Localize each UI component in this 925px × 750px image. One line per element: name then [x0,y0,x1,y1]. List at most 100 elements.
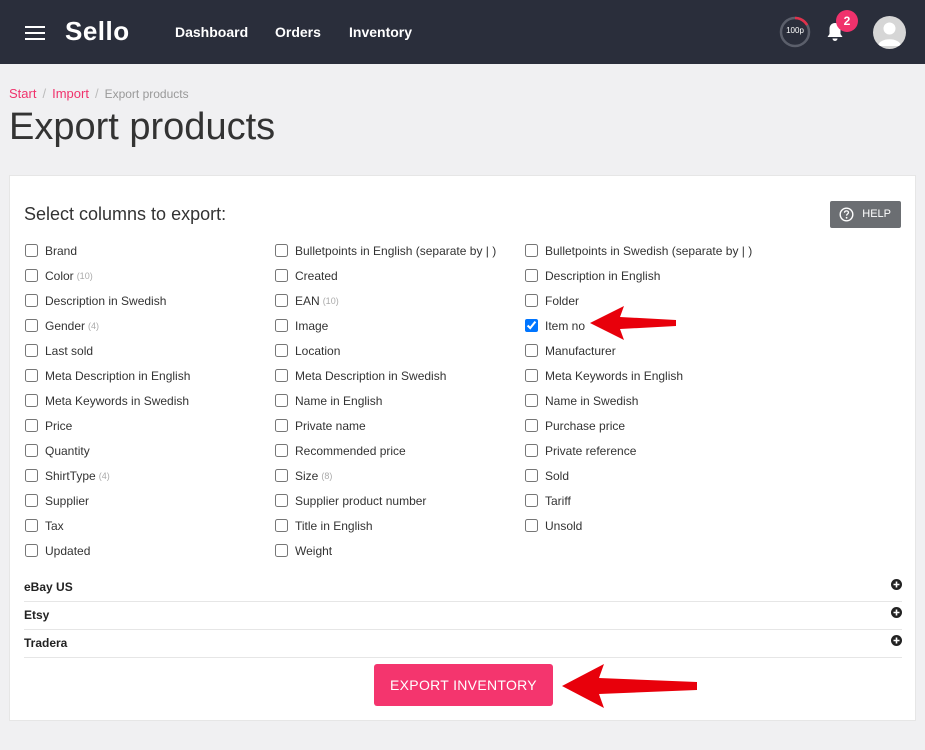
app-logo[interactable]: Sello [65,16,130,47]
channel-tradera[interactable]: Tradera [24,630,902,658]
column-option[interactable]: Name in Swedish [525,388,775,413]
column-checkbox[interactable] [525,294,538,307]
column-checkbox[interactable] [25,369,38,382]
help-button[interactable]: HELP [830,201,901,228]
column-option[interactable]: Unsold [525,513,775,538]
column-checkbox[interactable] [25,519,38,532]
column-checkbox[interactable] [25,269,38,282]
column-option[interactable]: Gender (4) [25,313,275,338]
column-label: Sold [545,468,570,483]
column-label: Title in English [295,518,373,533]
column-checkbox[interactable] [275,394,288,407]
column-option[interactable]: Brand [25,238,275,263]
column-option[interactable]: EAN (10) [275,288,525,313]
column-checkbox[interactable] [275,369,288,382]
channel-label: Etsy [24,608,50,622]
column-checkbox[interactable] [525,444,538,457]
column-checkbox[interactable] [525,244,538,257]
column-option[interactable]: Title in English [275,513,525,538]
column-option[interactable]: Bulletpoints in English (separate by | ) [275,238,525,263]
column-checkbox[interactable] [525,419,538,432]
column-option[interactable]: Quantity [25,438,275,463]
channel-etsy[interactable]: Etsy [24,602,902,630]
nav-dashboard[interactable]: Dashboard [175,24,248,40]
column-checkbox[interactable] [275,344,288,357]
column-checkbox[interactable] [25,319,38,332]
notification-badge[interactable]: 2 [836,10,858,32]
quota-gauge[interactable]: 100p [779,16,811,48]
column-checkbox[interactable] [525,494,538,507]
column-option[interactable]: Weight [275,538,525,563]
plus-circle-icon[interactable] [891,607,902,618]
column-option[interactable]: Size (8) [275,463,525,488]
column-checkbox[interactable] [525,269,538,282]
column-option[interactable]: Supplier [25,488,275,513]
breadcrumb-start[interactable]: Start [9,86,36,101]
column-option[interactable]: Created [275,263,525,288]
column-checkbox[interactable] [275,444,288,457]
column-option[interactable]: Name in English [275,388,525,413]
column-checkbox[interactable] [525,369,538,382]
column-option[interactable]: Updated [25,538,275,563]
column-option[interactable]: Description in Swedish [25,288,275,313]
column-option[interactable]: Price [25,413,275,438]
column-option[interactable]: Private name [275,413,525,438]
column-checkbox[interactable] [25,244,38,257]
column-checkbox[interactable] [525,519,538,532]
column-checkbox[interactable] [25,544,38,557]
avatar[interactable] [873,16,906,49]
column-option[interactable]: Supplier product number [275,488,525,513]
column-option[interactable]: Tax [25,513,275,538]
column-checkbox[interactable] [275,494,288,507]
column-option[interactable]: Meta Description in Swedish [275,363,525,388]
column-label: Manufacturer [545,343,616,358]
column-checkbox[interactable] [525,344,538,357]
column-checkbox[interactable] [25,469,38,482]
menu-icon[interactable] [25,26,45,40]
plus-circle-icon[interactable] [891,579,902,590]
column-checkbox[interactable] [525,319,538,332]
column-checkbox[interactable] [25,419,38,432]
plus-circle-icon[interactable] [891,635,902,646]
column-option[interactable]: Sold [525,463,775,488]
column-option[interactable]: Meta Keywords in English [525,363,775,388]
column-checkbox[interactable] [275,319,288,332]
column-option[interactable]: Image [275,313,525,338]
column-label: Tariff [545,493,571,508]
nav-inventory[interactable]: Inventory [349,24,412,40]
column-checkbox[interactable] [275,244,288,257]
column-label: Name in Swedish [545,393,639,408]
column-option[interactable]: Purchase price [525,413,775,438]
column-checkbox[interactable] [25,494,38,507]
column-checkbox[interactable] [525,469,538,482]
export-inventory-button[interactable]: EXPORT INVENTORY [374,664,553,706]
column-option[interactable]: Meta Description in English [25,363,275,388]
column-option[interactable]: Meta Keywords in Swedish [25,388,275,413]
column-checkbox[interactable] [275,419,288,432]
channel-ebay-us[interactable]: eBay US [24,574,902,602]
column-option[interactable]: Last sold [25,338,275,363]
column-checkbox[interactable] [275,519,288,532]
breadcrumb: Start / Import / Export products [9,86,189,101]
column-checkbox[interactable] [525,394,538,407]
column-checkbox[interactable] [275,469,288,482]
columns-group-2: Bulletpoints in English (separate by | )… [275,238,525,563]
column-option[interactable]: Bulletpoints in Swedish (separate by | ) [525,238,775,263]
column-checkbox[interactable] [25,394,38,407]
column-checkbox[interactable] [25,444,38,457]
column-option[interactable]: Color (10) [25,263,275,288]
column-option[interactable]: Tariff [525,488,775,513]
column-checkbox[interactable] [275,269,288,282]
column-checkbox[interactable] [25,294,38,307]
column-option[interactable]: ShirtType (4) [25,463,275,488]
column-option[interactable]: Private reference [525,438,775,463]
column-option[interactable]: Recommended price [275,438,525,463]
page-title: Export products [9,106,276,148]
breadcrumb-import[interactable]: Import [52,86,89,101]
column-checkbox[interactable] [275,294,288,307]
column-option[interactable]: Location [275,338,525,363]
column-checkbox[interactable] [275,544,288,557]
column-checkbox[interactable] [25,344,38,357]
nav-orders[interactable]: Orders [275,24,321,40]
column-option[interactable]: Description in English [525,263,775,288]
